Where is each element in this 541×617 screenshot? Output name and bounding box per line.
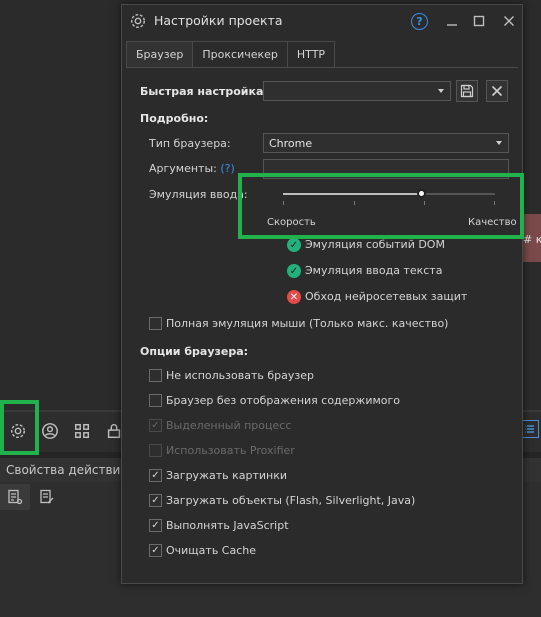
load-objects-label: Загружать объекты (Flash, Silverlight, J… [166,494,416,507]
arguments-help-link[interactable]: (?) [220,162,234,175]
chevron-down-icon [496,141,502,145]
no-browser-label: Не использовать браузер [166,369,314,382]
load-objects-checkbox[interactable]: ✓ [149,494,162,507]
browser-options-heading: Опции браузера: [140,345,249,358]
help-button[interactable]: ? [411,13,428,30]
properties-edit-icon[interactable] [37,487,57,507]
clear-cache-label: Очищать Cache [166,544,257,557]
headless-checkbox[interactable] [149,394,162,407]
arguments-label-text: Аргументы: [149,162,217,175]
dialog-title: Настройки проекта [154,13,283,28]
properties-doc-icon[interactable] [5,487,25,507]
run-javascript-label: Выполнять JavaScript [166,519,289,532]
dedicated-process-label: Выделенный процесс [166,419,292,432]
proxifier-checkbox [149,444,162,457]
dedicated-process-checkbox: ✓ [149,419,162,432]
quick-setup-label: Быстрая настройка: [140,85,268,98]
cross-icon: ✕ [287,290,301,304]
tab-browser[interactable]: Браузер [126,41,194,67]
save-icon [460,84,474,98]
feature-neural-bypass: Обход нейросетевых защит [305,290,468,303]
full-mouse-checkbox[interactable] [149,317,162,330]
browser-type-select[interactable]: Chrome [263,133,509,153]
full-mouse-label: Полная эмуляция мыши (Только макс. качес… [166,317,449,330]
check-icon: ✓ [287,264,301,278]
tab-divider [126,67,518,68]
user-icon[interactable] [40,421,60,441]
chevron-down-icon [438,89,444,93]
project-settings-dialog: Настройки проекта ? Браузер Проксичекер … [121,4,523,584]
highlight-slider-box [238,173,524,239]
tab-http[interactable]: HTTP [286,41,336,67]
tab-proxychecker[interactable]: Проксичекер [192,41,288,67]
canvas-block-label: # к [523,233,541,246]
input-emulation-label: Эмуляция ввода: [149,188,248,201]
check-icon: ✓ [287,238,301,252]
dialog-tabs: Браузер Проксичекер HTTP [126,41,336,67]
close-icon [491,85,503,97]
delete-preset-button[interactable] [486,80,508,102]
properties-panel-title: Свойства действия [6,463,128,477]
run-javascript-checkbox[interactable]: ✓ [149,519,162,532]
minimize-button[interactable] [442,11,462,31]
quick-setup-select[interactable] [263,81,451,101]
grid-icon[interactable] [72,421,92,441]
gear-icon [129,12,147,30]
browser-type-value: Chrome [269,136,313,150]
feature-text-input: Эмуляция ввода текста [305,264,443,277]
feature-dom-events: Эмуляция событий DOM [305,238,445,251]
dialog-titlebar[interactable]: Настройки проекта ? [122,5,522,37]
proxifier-label: Использовать Proxifier [166,444,295,457]
highlight-gear-box [0,400,39,455]
headless-label: Браузер без отображения содержимого [166,394,401,407]
save-preset-button[interactable] [456,80,478,102]
arguments-label: Аргументы: (?) [149,162,235,175]
close-button[interactable] [499,11,519,31]
load-images-checkbox[interactable]: ✓ [149,469,162,482]
browser-type-label: Тип браузера: [149,137,231,150]
load-images-label: Загружать картинки [166,469,288,482]
details-heading: Подробно: [140,112,209,125]
maximize-button[interactable] [469,11,489,31]
no-browser-checkbox[interactable] [149,369,162,382]
clear-cache-checkbox[interactable]: ✓ [149,544,162,557]
list-view-icon[interactable] [521,420,539,438]
